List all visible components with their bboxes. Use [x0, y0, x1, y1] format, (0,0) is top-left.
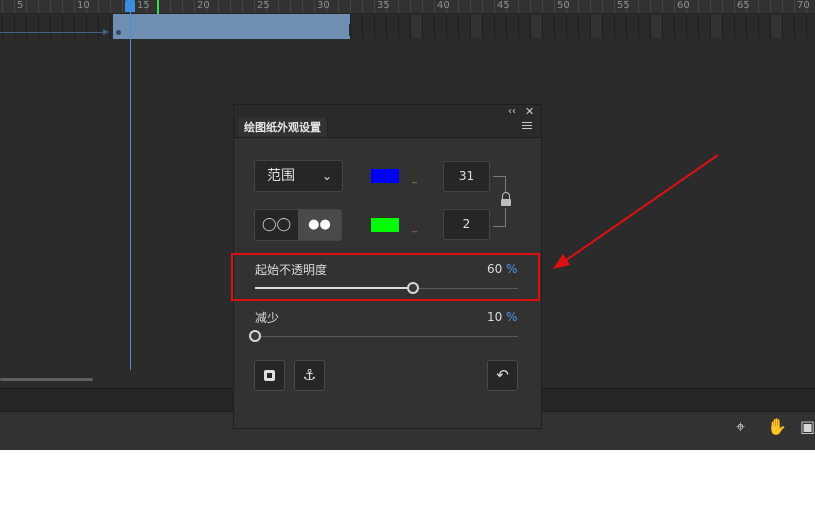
animate-workspace: 5 10 15 20 25 30 35 40 45 50 55 60 65 70 ⌖ ✋ ▣ ‹‹ ✕ 绘… [0, 0, 815, 450]
annotation-arrow [553, 154, 719, 269]
